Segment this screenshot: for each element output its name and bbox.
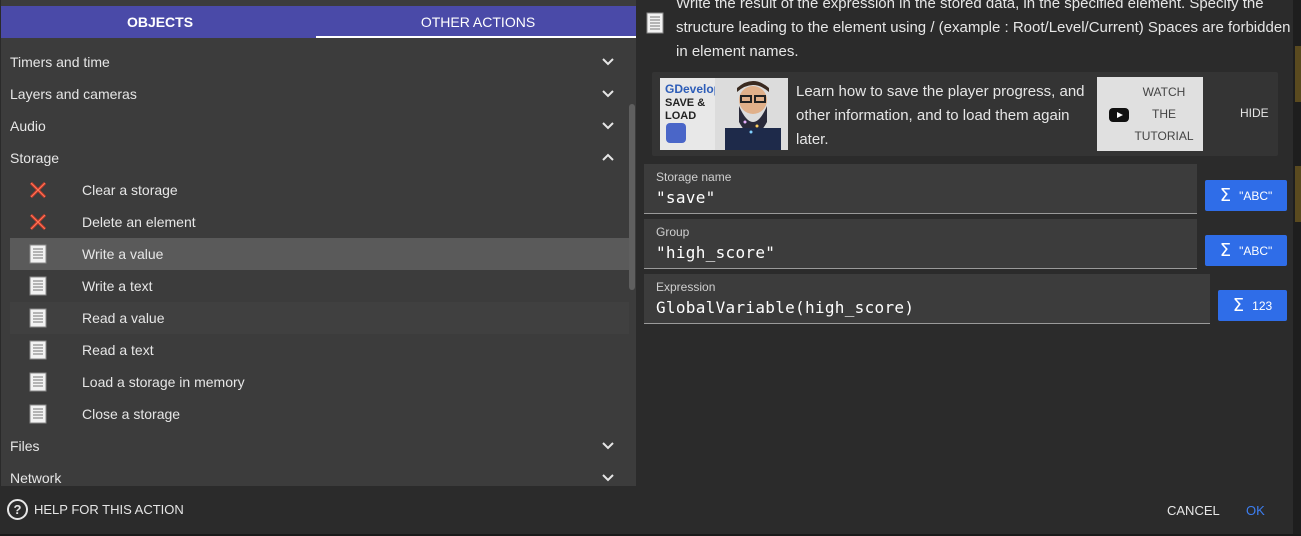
category-timers[interactable]: Timers and time: [1, 46, 629, 78]
category-network[interactable]: Network: [1, 462, 629, 486]
category-label: Files: [10, 438, 40, 454]
document-icon: [29, 244, 47, 264]
thumbnail-title: GDevelop: [665, 82, 722, 96]
document-icon: [29, 308, 47, 328]
category-audio[interactable]: Audio: [1, 110, 629, 142]
action-label: Read a value: [82, 310, 165, 326]
group-string-button[interactable]: Σ "ABC": [1205, 235, 1287, 266]
button-label: 123: [1252, 298, 1273, 313]
chevron-down-icon: [602, 90, 614, 98]
field-value: "high_score": [656, 243, 776, 262]
storage-name-field[interactable]: Storage name "save": [644, 164, 1197, 214]
field-value: "save": [656, 188, 716, 207]
tutorial-text: Learn how to save the player progress, a…: [796, 83, 1085, 148]
expression-number-button[interactable]: Σ 123: [1218, 290, 1287, 321]
sigma-icon: Σ: [1219, 240, 1232, 261]
action-clear-storage[interactable]: Clear a storage: [1, 174, 629, 206]
storage-name-string-button[interactable]: Σ "ABC": [1205, 180, 1287, 211]
action-label: Write a value: [82, 246, 164, 262]
chevron-down-icon: [602, 474, 614, 482]
action-close-storage[interactable]: Close a storage: [1, 398, 629, 430]
chevron-down-icon: [602, 442, 614, 450]
action-read-text[interactable]: Read a text: [1, 334, 629, 366]
chevron-down-icon: [602, 58, 614, 66]
action-editor-panel: Write the result of the expression in th…: [636, 0, 1301, 486]
document-icon: [29, 372, 47, 392]
category-label: Audio: [10, 118, 46, 134]
field-label: Group: [656, 225, 690, 239]
sigma-icon: Σ: [1232, 295, 1245, 316]
chevron-up-icon: [602, 153, 614, 161]
active-tab-indicator: [316, 36, 637, 38]
action-list: Timers and time Layers and cameras Audio…: [1, 46, 629, 486]
action-load-storage[interactable]: Load a storage in memory: [1, 366, 629, 398]
action-write-value[interactable]: Write a value: [10, 238, 629, 270]
tab-bar: OBJECTS OTHER ACTIONS: [1, 6, 637, 38]
watch-tutorial-button[interactable]: WATCH THE TUTORIAL: [1097, 77, 1203, 151]
help-button[interactable]: ? HELP FOR THIS ACTION: [7, 499, 184, 520]
tab-objects[interactable]: OBJECTS: [1, 6, 319, 38]
tab-other-actions[interactable]: OTHER ACTIONS: [319, 6, 637, 38]
dialog-footer: ? HELP FOR THIS ACTION CANCEL OK: [0, 486, 1293, 534]
tutorial-thumbnail[interactable]: GDevelop SAVE & LOAD: [660, 78, 788, 150]
action-label: Close a storage: [82, 406, 181, 422]
button-label: "ABC": [1239, 243, 1273, 258]
action-label: Write a text: [82, 278, 153, 294]
instruction-list-panel: OBJECTS OTHER ACTIONS Timers and time La…: [0, 0, 637, 486]
action-description: Write the result of the expression in th…: [676, 0, 1291, 60]
category-storage[interactable]: Storage: [1, 142, 629, 174]
category-layers[interactable]: Layers and cameras: [1, 78, 629, 110]
gdevelop-logo-icon: [666, 123, 686, 143]
chevron-down-icon: [602, 122, 614, 130]
field-label: Expression: [656, 280, 716, 294]
category-label: Network: [10, 470, 62, 486]
field-value: GlobalVariable(high_score): [656, 298, 915, 317]
red-x-icon: [29, 213, 47, 231]
list-scrollbar[interactable]: [629, 104, 635, 290]
action-write-text[interactable]: Write a text: [1, 270, 629, 302]
action-label: Clear a storage: [82, 182, 178, 198]
help-circle-icon: ?: [7, 499, 28, 520]
watch-tutorial-label: WATCH THE TUTORIAL: [1134, 85, 1194, 143]
button-label: "ABC": [1239, 188, 1273, 203]
category-files[interactable]: Files: [1, 430, 629, 462]
action-label: Delete an element: [82, 214, 196, 230]
red-x-icon: [29, 181, 47, 199]
sigma-icon: Σ: [1219, 185, 1232, 206]
group-field[interactable]: Group "high_score": [644, 219, 1197, 269]
background-marker: [1295, 166, 1301, 222]
youtube-icon: [1109, 108, 1129, 122]
expression-field[interactable]: Expression GlobalVariable(high_score): [644, 274, 1210, 324]
ok-button[interactable]: OK: [1246, 503, 1265, 518]
background-window-edge: [1293, 0, 1301, 536]
action-label: Read a text: [82, 342, 154, 358]
document-icon: [29, 340, 47, 360]
category-label: Timers and time: [10, 54, 110, 70]
presenter-illustration-icon: [715, 78, 788, 150]
action-delete-element[interactable]: Delete an element: [1, 206, 629, 238]
document-icon: [646, 12, 664, 34]
document-icon: [29, 276, 47, 296]
field-label: Storage name: [656, 170, 732, 184]
category-label: Layers and cameras: [10, 86, 137, 102]
background-marker: [1295, 46, 1301, 102]
action-read-value[interactable]: Read a value: [10, 302, 629, 334]
action-label: Load a storage in memory: [82, 374, 245, 390]
tutorial-card: GDevelop SAVE & LOAD Learn how to save t…: [652, 72, 1278, 156]
thumbnail-subtitle: SAVE & LOAD: [665, 97, 706, 122]
hide-tutorial-button[interactable]: HIDE: [1240, 106, 1269, 120]
help-label: HELP FOR THIS ACTION: [34, 502, 184, 517]
document-icon: [29, 404, 47, 424]
category-label: Storage: [10, 150, 60, 166]
cancel-button[interactable]: CANCEL: [1167, 503, 1220, 518]
